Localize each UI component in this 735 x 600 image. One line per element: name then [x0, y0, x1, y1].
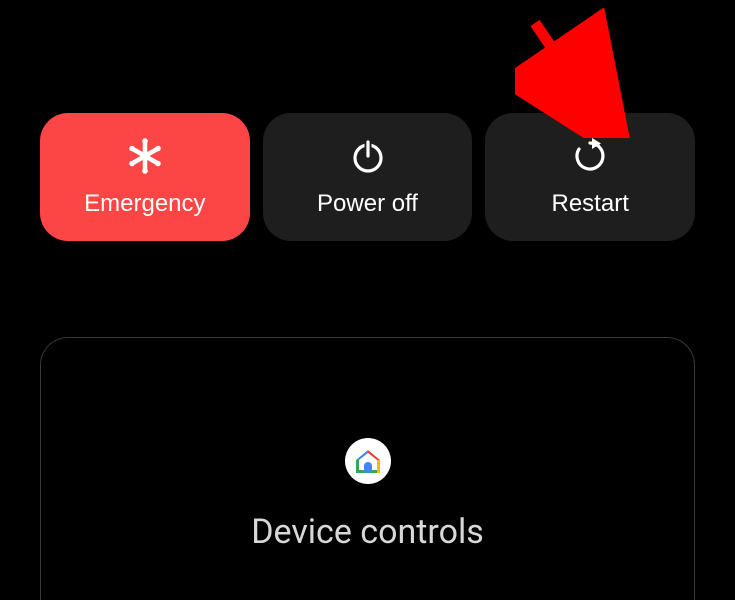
- restart-button[interactable]: Restart: [485, 113, 695, 241]
- restart-label: Restart: [552, 190, 629, 218]
- power-menu-row: Emergency Power off Restart: [0, 0, 735, 241]
- emergency-label: Emergency: [84, 190, 205, 218]
- power-off-button[interactable]: Power off: [263, 113, 473, 241]
- power-icon: [349, 136, 387, 176]
- power-off-label: Power off: [317, 190, 418, 218]
- emergency-button[interactable]: Emergency: [40, 113, 250, 241]
- medical-asterisk-icon: [125, 136, 165, 176]
- device-controls-panel[interactable]: Device controls: [40, 337, 695, 600]
- restart-icon: [572, 136, 608, 176]
- google-home-icon: [345, 438, 391, 484]
- device-controls-title: Device controls: [251, 512, 484, 552]
